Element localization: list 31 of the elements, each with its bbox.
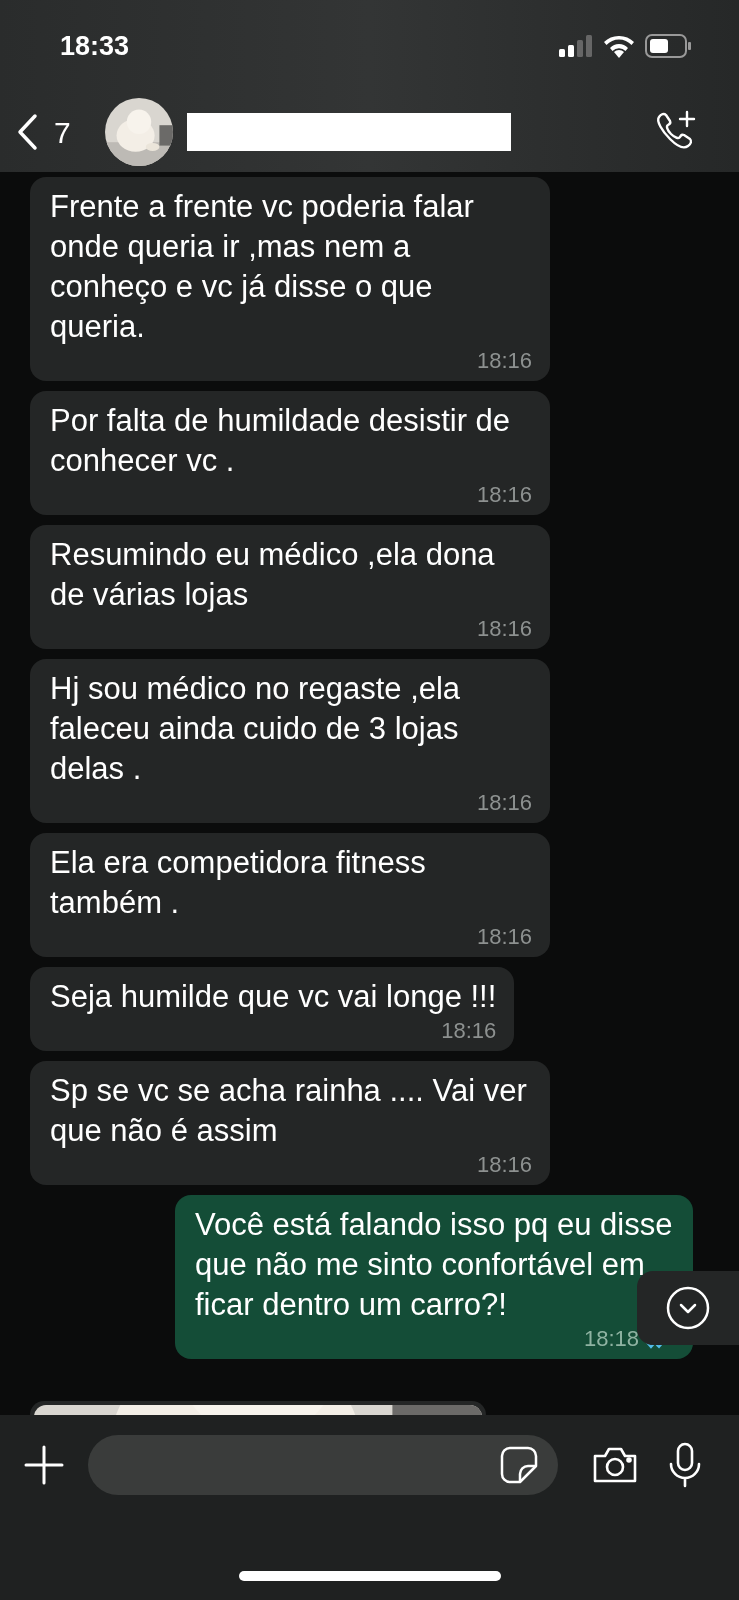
microphone-icon xyxy=(668,1442,702,1488)
message-text: Resumindo eu médico ,ela dona de várias lojas xyxy=(50,536,496,614)
message-time: 18:16 xyxy=(476,481,532,509)
signal-icon xyxy=(559,35,593,57)
chevron-left-icon xyxy=(16,113,38,151)
message-time: 18:16 xyxy=(476,923,532,951)
message-text: Por falta de humildade desistir de conhecer vc . xyxy=(50,402,512,480)
message-time: 18:16 xyxy=(441,1017,497,1045)
microphone-button[interactable] xyxy=(668,1442,702,1488)
message-text: Seja humilde que vc vai longe !!! xyxy=(50,978,497,1016)
sticker-icon[interactable] xyxy=(500,1446,538,1484)
message-time: 18:16 xyxy=(476,615,532,643)
chevron-down-circle-icon xyxy=(665,1285,711,1331)
add-button[interactable] xyxy=(24,1445,64,1485)
message-text: Hj sou médico no regaste ,ela faleceu ainda cuido de 3 lojas delas . xyxy=(50,670,462,788)
message-text: Ela era competidora fitness também . xyxy=(50,844,427,922)
plus-icon xyxy=(24,1445,64,1485)
camera-icon xyxy=(592,1446,638,1484)
message-text: Frente a frente vc poderia falar onde queria ir ,mas nem a conheço e vc já disse o que queria. xyxy=(50,188,475,346)
camera-button[interactable] xyxy=(592,1446,638,1484)
battery-icon xyxy=(645,34,691,58)
back-button[interactable]: 7 xyxy=(16,109,71,155)
message-time: 18:16 xyxy=(476,347,532,375)
status-time: 18:33 xyxy=(60,29,130,63)
image-message[interactable] xyxy=(30,1401,486,1415)
wifi-icon xyxy=(603,34,635,58)
message-time: 18:16 xyxy=(476,1151,532,1179)
message-time: 18:16 xyxy=(476,789,532,817)
message-text: Você está falando isso pq eu disse que não me sinto confortável em ficar dentro um carro?! xyxy=(195,1206,674,1324)
message-time: 18:18 xyxy=(583,1325,639,1353)
message-text: Sp se vc se acha rainha .... Vai ver que não é assim xyxy=(50,1072,528,1150)
